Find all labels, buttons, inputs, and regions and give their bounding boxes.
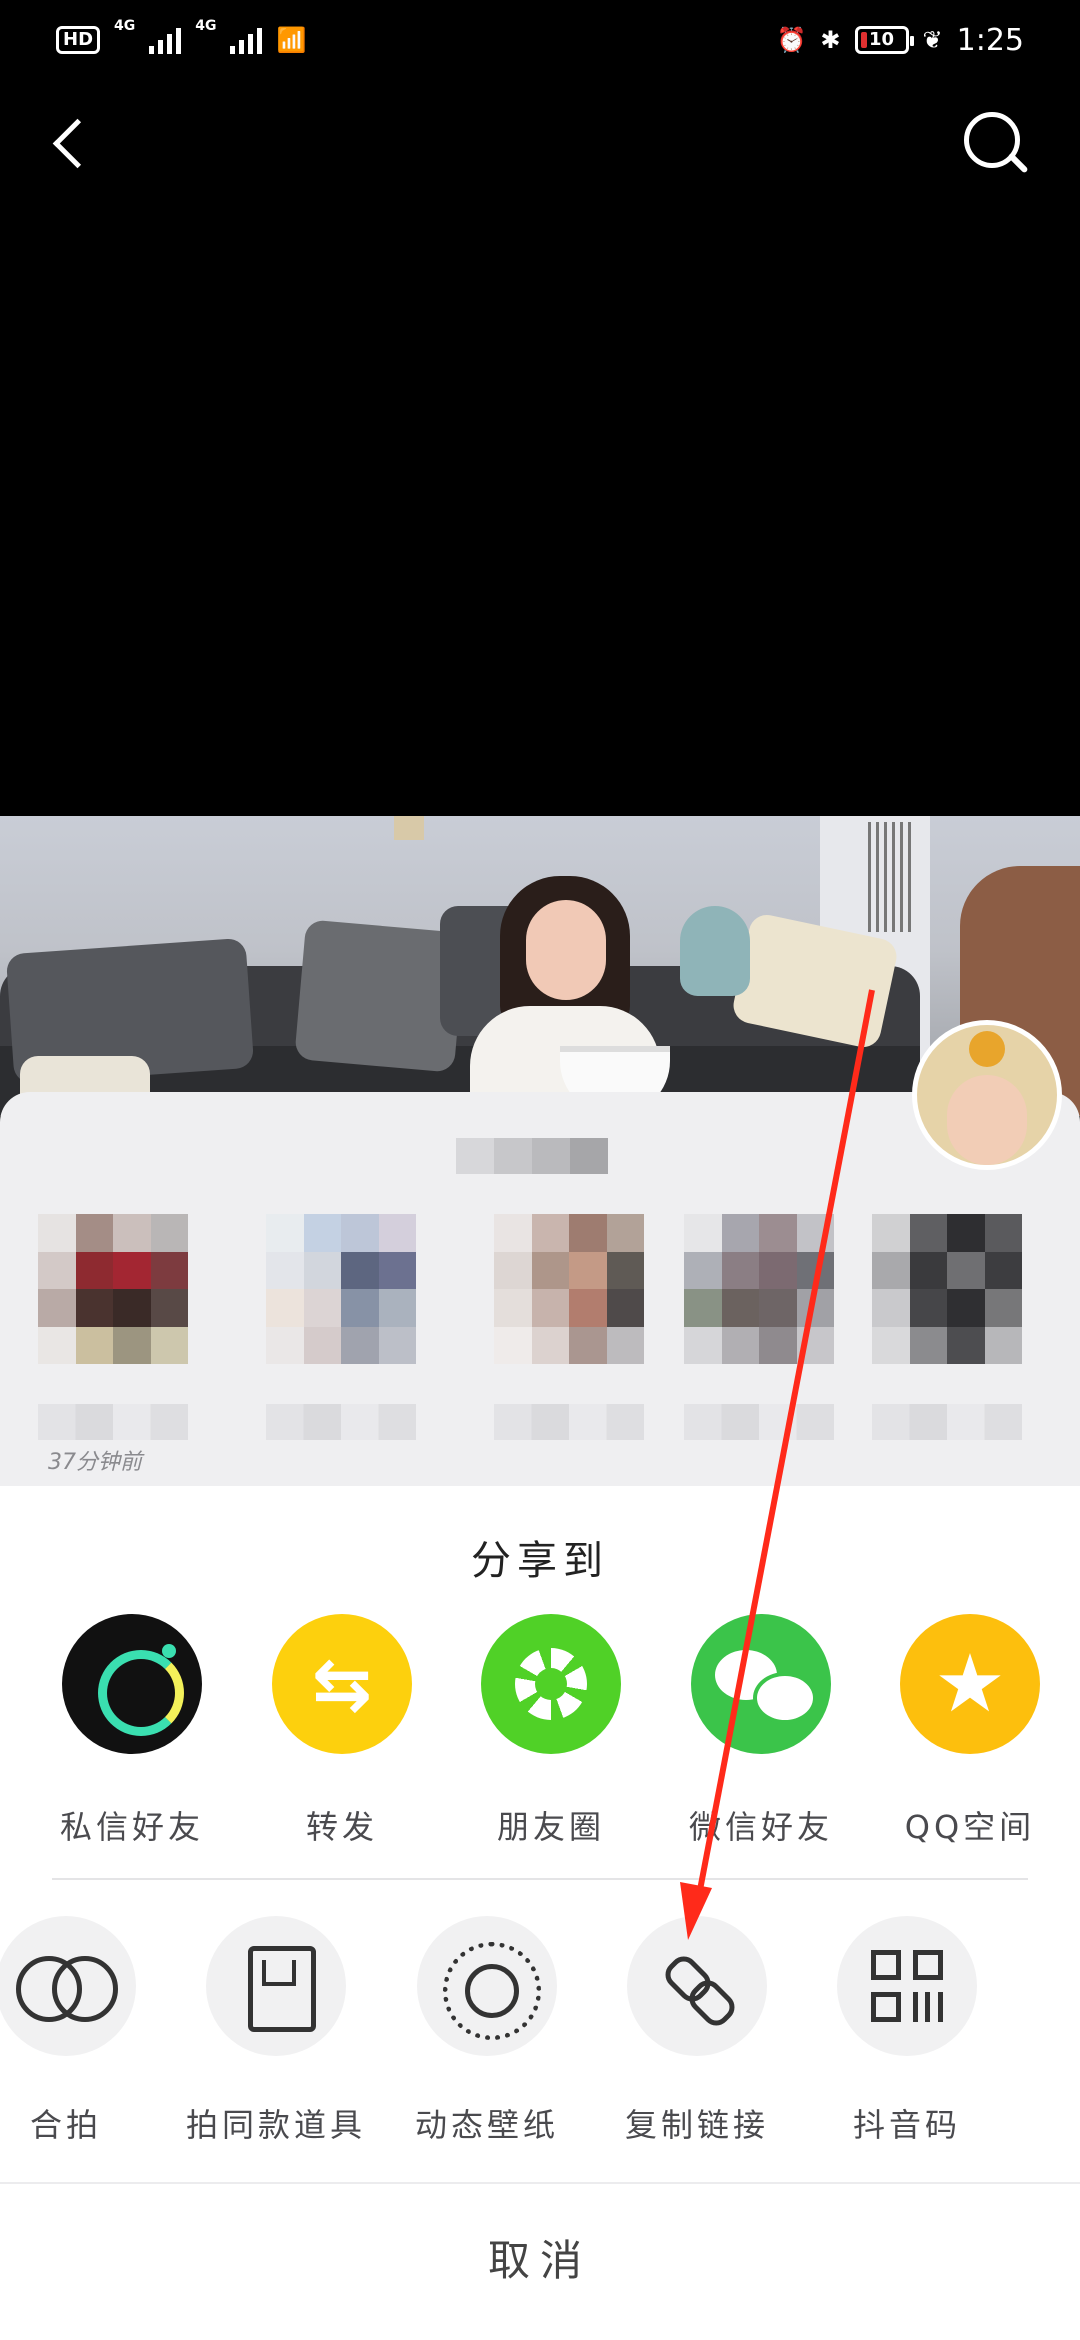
forward-icon [272,1614,412,1754]
action-copy-link[interactable]: 复制链接 [597,1916,797,2146]
bluetooth-icon: ✱ [820,26,841,54]
friends-title-blurred [456,1138,608,1174]
friend-item[interactable] [494,1214,644,1440]
signal-icon-2 [230,26,263,54]
share-label: 朋友圈 [496,1808,605,1846]
friend-name-blurred [494,1404,644,1440]
share-sheet: 分享到 私信好友 转发 朋友圈 微信好友 QQ空间 合拍 拍同款道具 动态壁纸 … [0,1486,1080,2340]
network-type-1: 4G [114,18,136,34]
qr-code-icon [837,1916,977,2056]
search-icon[interactable] [960,110,1040,180]
hd-badge: HD [56,26,101,54]
share-label: 私信好友 [59,1808,204,1846]
friend-name-blurred [38,1404,188,1440]
duet-icon [0,1916,136,2056]
signal-icon [149,26,182,54]
network-type-2: 4G [195,18,217,34]
friend-name-blurred [266,1404,416,1440]
friend-item[interactable] [38,1214,188,1440]
share-label: 微信好友 [688,1808,833,1846]
share-moments[interactable]: 朋友圈 [456,1614,646,1848]
friend-time-caption: 37分钟前 [48,1450,142,1475]
leaf-icon: ❦ [922,26,943,54]
wifi-icon: 📶 [276,26,307,54]
share-forward[interactable]: 转发 [247,1614,437,1848]
friends-panel: 37分钟前 [0,1092,1080,1492]
plush-toy [680,906,750,996]
cancel-divider [0,2182,1080,2184]
action-label: 动态壁纸 [414,2106,559,2144]
section-divider [52,1878,1028,1880]
wall-lamp [394,816,424,840]
status-left: HD 4G 4G 📶 [56,18,307,54]
status-bar: HD 4G 4G 📶 ⏰ ✱ 10 ❦ 1:25 [0,0,1080,80]
share-label: 转发 [305,1808,378,1846]
friend-name-blurred [684,1404,834,1440]
action-prop[interactable]: 拍同款道具 [176,1916,376,2146]
action-douyin-code[interactable]: 抖音码 [807,1916,1007,2146]
share-wechat[interactable]: 微信好友 [666,1614,856,1848]
share-direct-message[interactable]: 私信好友 [37,1614,227,1848]
wechat-icon [691,1614,831,1754]
friend-avatar [684,1214,834,1364]
action-label: 拍同款道具 [185,2106,366,2144]
friend-item[interactable] [684,1214,834,1440]
moments-icon [481,1614,621,1754]
action-label: 抖音码 [852,2106,961,2144]
action-live-wallpaper[interactable]: 动态壁纸 [387,1916,587,2146]
friend-item[interactable] [872,1214,1022,1440]
friend-avatar [494,1214,644,1364]
live-wallpaper-icon [417,1916,557,2056]
action-duet[interactable]: 合拍 [0,1916,166,2146]
back-arrow-icon[interactable] [40,100,100,180]
air-vent [868,822,914,932]
friend-avatar [38,1214,188,1364]
person-face [526,900,606,1000]
friend-avatar [872,1214,1022,1364]
share-title: 分享到 [471,1538,609,1584]
status-time: 1:25 [956,22,1024,58]
action-label: 合拍 [29,2106,102,2144]
qzone-icon [900,1614,1040,1754]
alarm-icon: ⏰ [776,26,807,54]
cancel-button[interactable]: 取消 [0,2186,1080,2336]
link-icon [627,1916,767,2056]
author-avatar[interactable] [912,1020,1062,1170]
friend-name-blurred [872,1404,1022,1440]
status-right: ⏰ ✱ 10 ❦ 1:25 [777,23,1024,58]
share-qzone[interactable]: QQ空间 [875,1614,1065,1848]
battery-icon: 10 [854,26,914,54]
share-label: QQ空间 [904,1808,1036,1846]
direct-message-icon [62,1614,202,1754]
action-label: 复制链接 [624,2106,769,2144]
friend-avatar [266,1214,416,1364]
friend-item[interactable] [266,1214,416,1440]
prop-icon [206,1916,346,2056]
